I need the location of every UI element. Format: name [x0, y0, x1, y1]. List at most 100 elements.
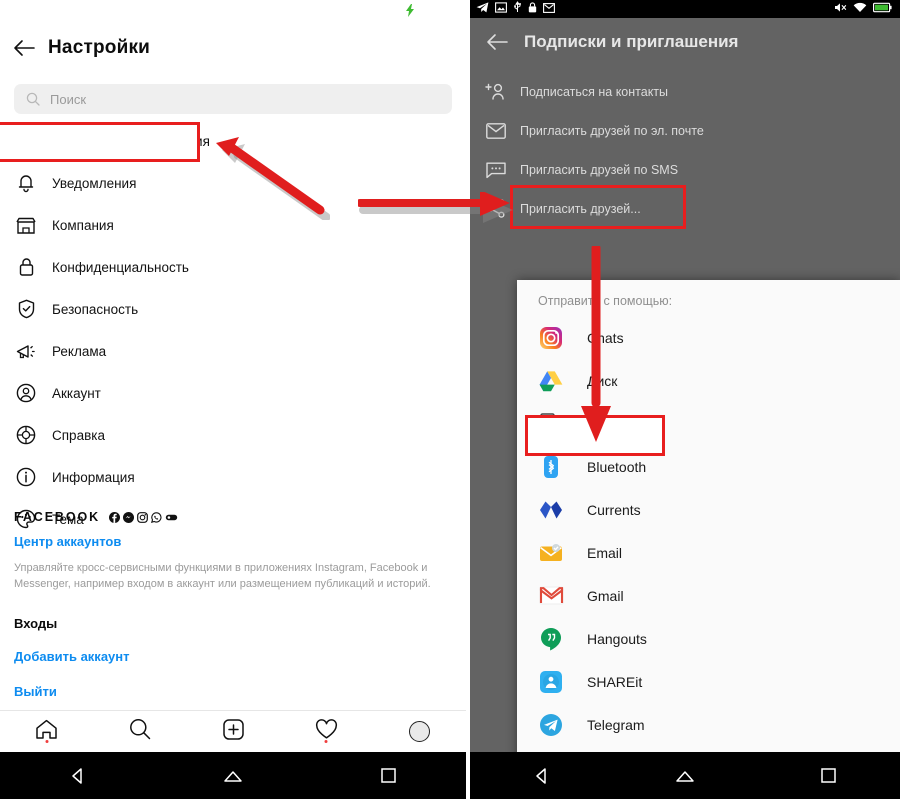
- accounts-center-link[interactable]: Центр аккаунтов: [14, 534, 454, 549]
- share-option-label: Bluetooth: [587, 458, 647, 475]
- android-home-icon[interactable]: [155, 768, 310, 784]
- sidebar-item-account[interactable]: Аккаунт: [0, 372, 466, 414]
- sidebar-item-about[interactable]: Информация: [0, 456, 466, 498]
- sidebar-item-label: Компания: [52, 217, 114, 233]
- lock-icon: [14, 256, 38, 278]
- menu-item-label: Подписаться на контакты: [520, 84, 669, 99]
- menu-item-invite-sms[interactable]: Пригласить друзей по SMS: [470, 150, 900, 189]
- back-button[interactable]: [470, 33, 524, 51]
- android-back-icon[interactable]: [0, 767, 155, 785]
- sidebar-item-ads[interactable]: Реклама: [0, 330, 466, 372]
- sidebar-item-label: Уведомления: [52, 175, 137, 191]
- hangouts-icon: [538, 626, 564, 652]
- status-right-icons: [834, 0, 900, 18]
- share-option-hangouts[interactable]: Hangouts: [517, 617, 900, 660]
- sidebar-item-label: Справка: [52, 427, 105, 443]
- tab-home[interactable]: [0, 719, 93, 745]
- tab-add-post[interactable]: [186, 718, 279, 745]
- google-drive-icon: [538, 368, 564, 394]
- share-option-copy[interactable]: Копировать: [517, 402, 900, 445]
- lock-icon: [528, 0, 537, 18]
- share-option-label: Chats: [587, 329, 624, 346]
- sidebar-item-subscriptions[interactable]: Подписки и приглашения: [0, 120, 466, 162]
- sidebar-item-notifications[interactable]: Уведомления: [0, 162, 466, 204]
- logins-heading: Входы: [14, 616, 58, 631]
- sidebar-item-label: Аккаунт: [52, 385, 101, 401]
- sidebar-item-business[interactable]: Компания: [0, 204, 466, 246]
- menu-item-label: Пригласить друзей по эл. почте: [520, 123, 704, 138]
- storefront-icon: [14, 214, 38, 236]
- search-icon: [26, 92, 40, 106]
- tab-activity[interactable]: [280, 718, 373, 745]
- share-sheet-dialog: Отправить с помощью: Chats Диск Копирова…: [517, 280, 900, 768]
- tab-profile[interactable]: [373, 721, 466, 742]
- tutorial-screenshot: Настройки Поиск Подписки и приглашения У…: [0, 0, 900, 799]
- instagram-icon: [137, 511, 148, 523]
- facebook-brand-row: FACEBOOK: [14, 508, 454, 526]
- share-option-bluetooth[interactable]: Bluetooth: [517, 445, 900, 488]
- sidebar-item-label: Подписки и приглашения: [52, 133, 210, 149]
- bell-icon: [14, 172, 38, 194]
- shield-check-icon: [14, 298, 38, 320]
- right-phone-screen: Подписки и приглашения Подписаться на ко…: [470, 0, 900, 799]
- facebook-description: Управляйте кросс-сервисными функциями в …: [14, 562, 431, 590]
- add-account-link[interactable]: Добавить аккаунт: [14, 649, 454, 664]
- logout-link[interactable]: Выйти: [14, 684, 454, 699]
- page-title: Подписки и приглашения: [524, 32, 739, 51]
- android-recents-icon[interactable]: [757, 768, 900, 783]
- usb-icon: [513, 0, 522, 18]
- right-android-navbar: [470, 752, 900, 799]
- share-option-chats[interactable]: Chats: [517, 316, 900, 359]
- lightning-bolt-icon: [406, 4, 416, 18]
- messenger-icon: [123, 511, 135, 523]
- google-currents-icon: [538, 497, 564, 523]
- right-status-bar: [470, 0, 900, 18]
- sidebar-item-security[interactable]: Безопасность: [0, 288, 466, 330]
- account-circle-icon: [14, 382, 38, 404]
- left-status-bar: [0, 0, 466, 22]
- tab-search[interactable]: [93, 718, 186, 745]
- share-option-label: Currents: [587, 501, 641, 518]
- status-left-icons: [470, 0, 555, 18]
- invite-menu-list: Подписаться на контакты Пригласить друзе…: [470, 72, 900, 228]
- menu-item-follow-contacts[interactable]: Подписаться на контакты: [470, 72, 900, 111]
- share-option-telegram[interactable]: Telegram: [517, 703, 900, 746]
- menu-item-invite-email[interactable]: Пригласить друзей по эл. почте: [470, 111, 900, 150]
- activity-badge-dot: [324, 739, 328, 743]
- bottom-tab-bar: [0, 710, 466, 752]
- share-option-drive[interactable]: Диск: [517, 359, 900, 402]
- facebook-section: FACEBOOK Центр аккаунтов Управляйте крос…: [14, 508, 454, 699]
- android-back-icon[interactable]: [470, 767, 613, 785]
- mail-icon: [543, 0, 555, 18]
- sms-bubble-icon: [484, 159, 508, 181]
- share-option-currents[interactable]: Currents: [517, 488, 900, 531]
- menu-item-label: Пригласить друзей...: [520, 201, 641, 216]
- share-option-email[interactable]: Email: [517, 531, 900, 574]
- android-recents-icon[interactable]: [311, 768, 466, 783]
- profile-avatar-icon: [408, 721, 430, 742]
- add-post-icon: [222, 718, 244, 745]
- back-button[interactable]: [0, 39, 48, 57]
- shareit-icon: [538, 669, 564, 695]
- share-option-label: Копировать: [587, 415, 663, 432]
- share-sheet-title: Отправить с помощью:: [538, 294, 673, 308]
- megaphone-icon: [14, 340, 38, 362]
- sidebar-item-label: Информация: [52, 469, 135, 485]
- left-android-navbar: [0, 752, 466, 799]
- sidebar-item-help[interactable]: Справка: [0, 414, 466, 456]
- search-input[interactable]: Поиск: [14, 84, 452, 114]
- telegram-icon: [538, 712, 564, 738]
- page-title: Настройки: [48, 37, 151, 58]
- share-option-shareit[interactable]: SHAREit: [517, 660, 900, 703]
- menu-item-invite-share[interactable]: Пригласить друзей...: [470, 189, 900, 228]
- brand-icon-row: [109, 511, 178, 523]
- share-option-label: Диск: [587, 372, 618, 389]
- share-option-gmail[interactable]: Gmail: [517, 574, 900, 617]
- android-home-icon[interactable]: [613, 768, 756, 784]
- lifebuoy-icon: [14, 424, 38, 446]
- copy-icon: [538, 411, 564, 437]
- sidebar-item-privacy[interactable]: Конфиденциальность: [0, 246, 466, 288]
- share-icon: [484, 198, 508, 220]
- share-option-label: Gmail: [587, 587, 624, 604]
- share-option-label: Hangouts: [587, 630, 647, 647]
